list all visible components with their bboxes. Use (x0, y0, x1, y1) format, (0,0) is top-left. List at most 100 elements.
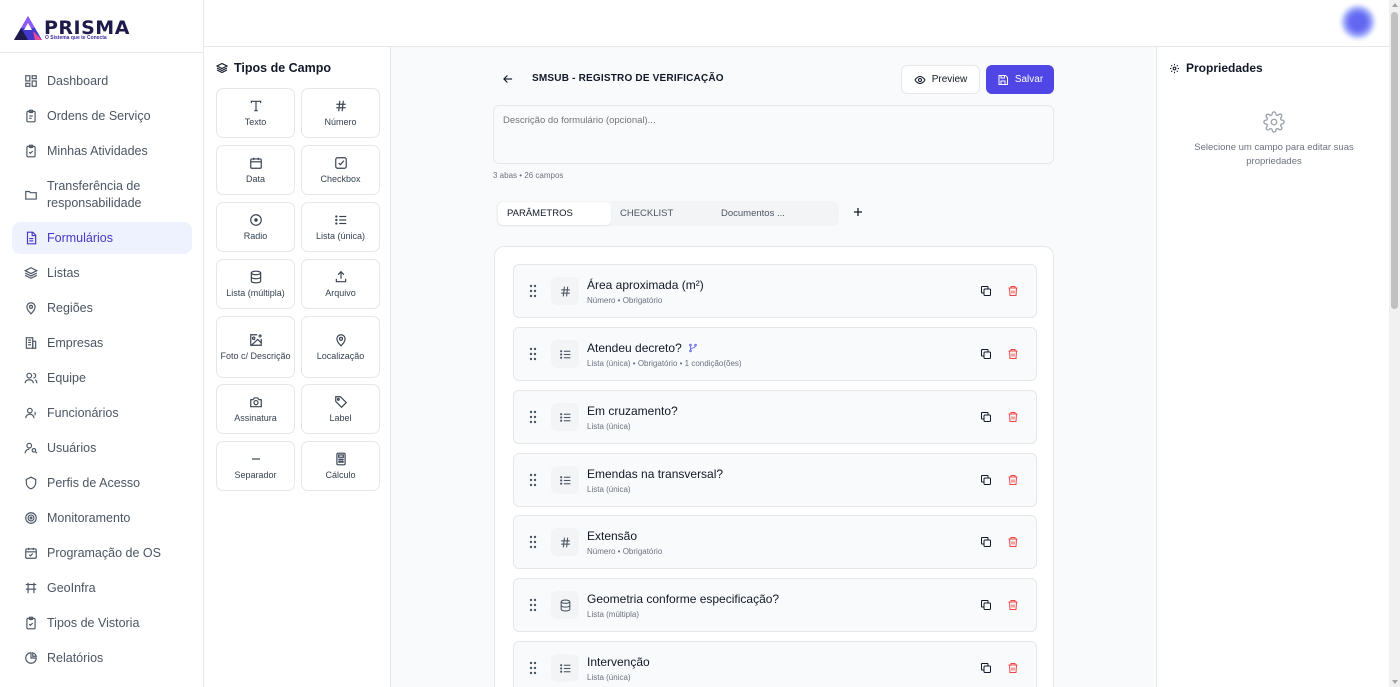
preview-button[interactable]: Preview (901, 65, 980, 94)
field-name-text: Extensão (587, 529, 638, 543)
field-row[interactable]: Intervenção Lista (única) (513, 641, 1037, 687)
field-type-data[interactable]: Data (216, 145, 295, 195)
sidebar-item-dashboard[interactable]: Dashboard (12, 65, 192, 97)
field-type-arquivo[interactable]: Arquivo (301, 259, 380, 309)
sidebar-item-label: Transferência de responsabilidade (47, 179, 142, 210)
sidebar-item-empresas[interactable]: Empresas (12, 327, 192, 359)
trash-icon[interactable] (1007, 662, 1019, 674)
field-row[interactable]: Emendas na transversal? Lista (única) (513, 453, 1037, 507)
drag-handle-icon[interactable] (529, 410, 537, 424)
hash-icon (560, 537, 570, 547)
field-type-localizacao[interactable]: Localização (301, 316, 380, 378)
field-row[interactable]: Geometria conforme especificação? Lista … (513, 578, 1037, 632)
sidebar-item-equipe[interactable]: Equipe (12, 362, 192, 394)
list-icon (559, 663, 570, 673)
properties-title: Propriedades (1169, 61, 1263, 75)
database-icon (250, 270, 261, 283)
user-key-icon (24, 442, 38, 454)
field-type-texto[interactable]: Texto (216, 88, 295, 138)
sidebar-item-usuarios[interactable]: Usuários (12, 432, 192, 464)
field-type-checkbox[interactable]: Checkbox (301, 145, 380, 195)
copy-icon[interactable] (980, 285, 992, 297)
add-tab-icon[interactable] (852, 206, 864, 218)
checkbox-icon (334, 156, 347, 169)
drag-handle-icon[interactable] (529, 535, 537, 549)
field-type-label[interactable]: Label (301, 384, 380, 434)
field-name-text: Geometria conforme especificação? (587, 592, 780, 606)
trash-icon[interactable] (1007, 536, 1019, 548)
field-details: Lista (única) (587, 422, 631, 431)
field-type-lista-multipla[interactable]: Lista (múltipla) (216, 259, 295, 309)
logo[interactable]: PRISMA O Sistema que te Conecta (0, 0, 203, 53)
field-type-label: Assinatura (234, 412, 277, 423)
form-description-input[interactable] (493, 105, 1054, 164)
form-meta: 3 abas • 26 campos (493, 171, 564, 180)
field-type-badge (551, 528, 579, 556)
field-row[interactable]: Em cruzamento? Lista (única) (513, 390, 1037, 444)
sidebar-item-formularios[interactable]: Formulários (12, 222, 192, 254)
trash-icon[interactable] (1007, 348, 1019, 360)
trash-icon[interactable] (1007, 285, 1019, 297)
layers-icon (24, 267, 38, 279)
user-avatar[interactable] (1341, 5, 1375, 39)
sidebar-item-label: Ordens de Serviço (47, 108, 151, 123)
network-icon (25, 582, 37, 594)
sidebar-item-minhas-atividades[interactable]: Minhas Atividades (12, 135, 192, 167)
tab-parametros[interactable]: PARÂMETROS (498, 202, 611, 225)
sidebar-item-label: Monitoramento (47, 510, 131, 525)
sidebar-item-programacao-de-os[interactable]: Programação de OS (12, 537, 192, 569)
calculator-icon (335, 452, 346, 465)
field-row[interactable]: Atendeu decreto? Lista (única) • Obrigat… (513, 327, 1037, 381)
field-type-numero[interactable]: Número (301, 88, 380, 138)
field-types-title-text: Tipos de Campo (234, 61, 332, 75)
field-type-separador[interactable]: Separador (216, 441, 295, 491)
sidebar-item-funcionarios[interactable]: Funcionários (12, 397, 192, 429)
copy-icon[interactable] (980, 348, 992, 360)
drag-handle-icon[interactable] (529, 473, 537, 487)
field-type-foto-descricao[interactable]: Foto c/ Descrição (216, 316, 295, 378)
trash-icon[interactable] (1007, 411, 1019, 423)
field-type-label: Data (245, 173, 265, 184)
sidebar-item-ordens-de-servico[interactable]: Ordens de Serviço (12, 100, 192, 132)
page-scrollbar[interactable] (1389, 0, 1400, 687)
sidebar-item-monitoramento[interactable]: Monitoramento (12, 502, 192, 534)
copy-icon[interactable] (980, 536, 992, 548)
copy-icon[interactable] (980, 599, 992, 611)
sidebar-item-transferencia[interactable]: Transferência de responsabilidade (12, 175, 192, 215)
field-row[interactable]: Extensão Número • Obrigatório (513, 515, 1037, 569)
sidebar-item-regioes[interactable]: Regiões (12, 292, 192, 324)
field-row[interactable]: Área aproximada (m²) Número • Obrigatóri… (513, 264, 1037, 318)
sidebar-item-listas[interactable]: Listas (12, 257, 192, 289)
clipboard-check-icon (26, 144, 36, 158)
drag-handle-icon[interactable] (529, 661, 537, 675)
tab-documentos[interactable]: Documentos ... (721, 202, 831, 225)
field-type-calculo[interactable]: Cálculo (301, 441, 380, 491)
sidebar-item-tipos-de-vistoria[interactable]: Tipos de Vistoria (12, 607, 192, 639)
sidebar-item-relatorios[interactable]: Relatórios (12, 642, 192, 674)
field-type-label: Localização (316, 350, 365, 361)
drag-handle-icon[interactable] (529, 598, 537, 612)
form-title[interactable]: SMSUB - REGISTRO DE VERIFICAÇÃO (532, 73, 724, 84)
field-type-radio[interactable]: Radio (216, 202, 295, 252)
trash-icon[interactable] (1007, 474, 1019, 486)
scrollbar-thumb[interactable] (1391, 12, 1398, 309)
drag-handle-icon[interactable] (529, 284, 537, 298)
save-button[interactable]: Salvar (986, 65, 1054, 94)
list-icon (559, 475, 570, 485)
sidebar-item-label: Tipos de Vistoria (47, 615, 140, 630)
field-details: Lista (única) (587, 485, 631, 494)
copy-icon[interactable] (980, 662, 992, 674)
scroll-up-icon[interactable] (1392, 3, 1398, 7)
copy-icon[interactable] (980, 474, 992, 486)
back-arrow-icon[interactable] (501, 72, 515, 86)
sidebar-item-perfis-de-acesso[interactable]: Perfis de Acesso (12, 467, 192, 499)
trash-icon[interactable] (1007, 599, 1019, 611)
field-type-assinatura[interactable]: Assinatura (216, 384, 295, 434)
scroll-down-icon[interactable] (1392, 680, 1398, 684)
sidebar-item-label: Dashboard (47, 73, 109, 88)
copy-icon[interactable] (980, 411, 992, 423)
drag-handle-icon[interactable] (529, 347, 537, 361)
field-type-lista-unica[interactable]: Lista (única) (301, 202, 380, 252)
tab-checklist[interactable]: CHECKLIST (620, 202, 710, 225)
sidebar-item-geoinfra[interactable]: GeoInfra (12, 572, 192, 604)
